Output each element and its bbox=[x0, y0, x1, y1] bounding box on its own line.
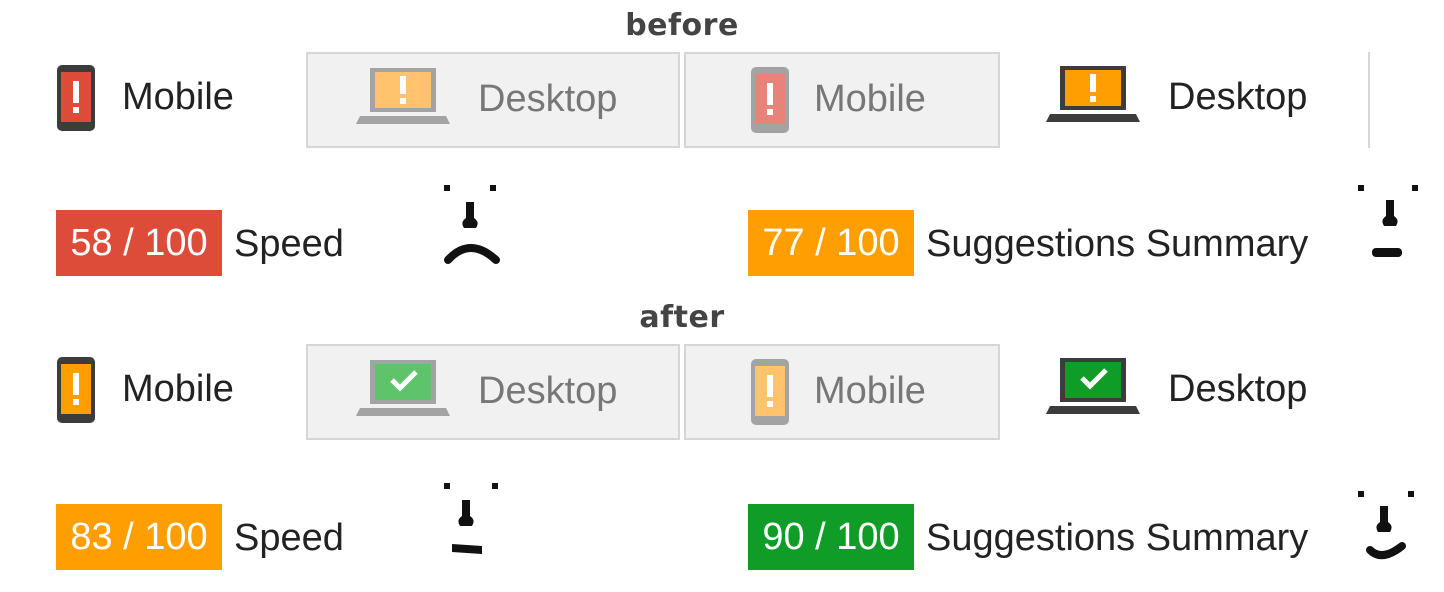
speed-label: Speed bbox=[234, 223, 344, 265]
speed-score-badge: 83 / 100 bbox=[56, 504, 222, 570]
suggestions-label: Suggestions Summary bbox=[926, 223, 1309, 265]
tab-desktop-2[interactable]: Desktop bbox=[1000, 344, 1368, 440]
neutral-face-icon bbox=[444, 483, 498, 554]
tab-label: Mobile bbox=[122, 76, 234, 118]
phone-warning-icon bbox=[57, 65, 95, 131]
tab-desktop[interactable]: Desktop bbox=[306, 52, 680, 148]
suggestions-score-badge: 77 / 100 bbox=[748, 210, 914, 276]
tab-label: Desktop bbox=[1168, 368, 1308, 410]
suggestions-score-badge: 90 / 100 bbox=[748, 504, 914, 570]
laptop-check-icon bbox=[356, 360, 450, 416]
tab-label: Desktop bbox=[478, 370, 618, 412]
tab-mobile-2[interactable]: Mobile bbox=[684, 344, 1000, 440]
tab-mobile-2[interactable]: Mobile bbox=[684, 52, 1000, 148]
speed-label: Speed bbox=[234, 517, 344, 559]
before-tabbar: Mobile Desktop Mobile Desktop bbox=[0, 52, 1444, 152]
tab-mobile[interactable]: Mobile bbox=[40, 344, 306, 440]
phone-warning-icon bbox=[751, 67, 789, 133]
sad-face-icon bbox=[444, 185, 500, 264]
tab-label: Mobile bbox=[814, 78, 926, 120]
before-heading: before bbox=[625, 8, 739, 43]
after-score-row: 83 / 100 Speed 90 / 100 Suggestions Summ… bbox=[0, 483, 1444, 584]
after-tabbar: Mobile Desktop Mobile Desktop bbox=[0, 344, 1444, 444]
tab-label: Mobile bbox=[122, 368, 234, 410]
happy-face-icon bbox=[1358, 491, 1414, 560]
phone-warning-icon bbox=[57, 357, 95, 423]
tab-label: Desktop bbox=[1168, 76, 1308, 118]
tab-desktop[interactable]: Desktop bbox=[306, 344, 680, 440]
tab-label: Desktop bbox=[478, 78, 618, 120]
after-heading: after bbox=[639, 300, 725, 335]
phone-warning-icon bbox=[751, 359, 789, 425]
tab-label: Mobile bbox=[814, 370, 926, 412]
tab-desktop-2[interactable]: Desktop bbox=[1000, 52, 1368, 148]
laptop-warning-icon bbox=[356, 68, 450, 124]
laptop-check-icon bbox=[1046, 358, 1140, 414]
speed-score-badge: 58 / 100 bbox=[56, 210, 222, 276]
neutral-face-icon bbox=[1358, 185, 1418, 257]
tab-mobile[interactable]: Mobile bbox=[40, 52, 306, 148]
tab-divider bbox=[1368, 52, 1370, 148]
before-score-row: 58 / 100 Speed 77 / 100 Suggestions Summ… bbox=[0, 185, 1444, 290]
suggestions-label: Suggestions Summary bbox=[926, 517, 1309, 559]
laptop-warning-icon bbox=[1046, 66, 1140, 122]
